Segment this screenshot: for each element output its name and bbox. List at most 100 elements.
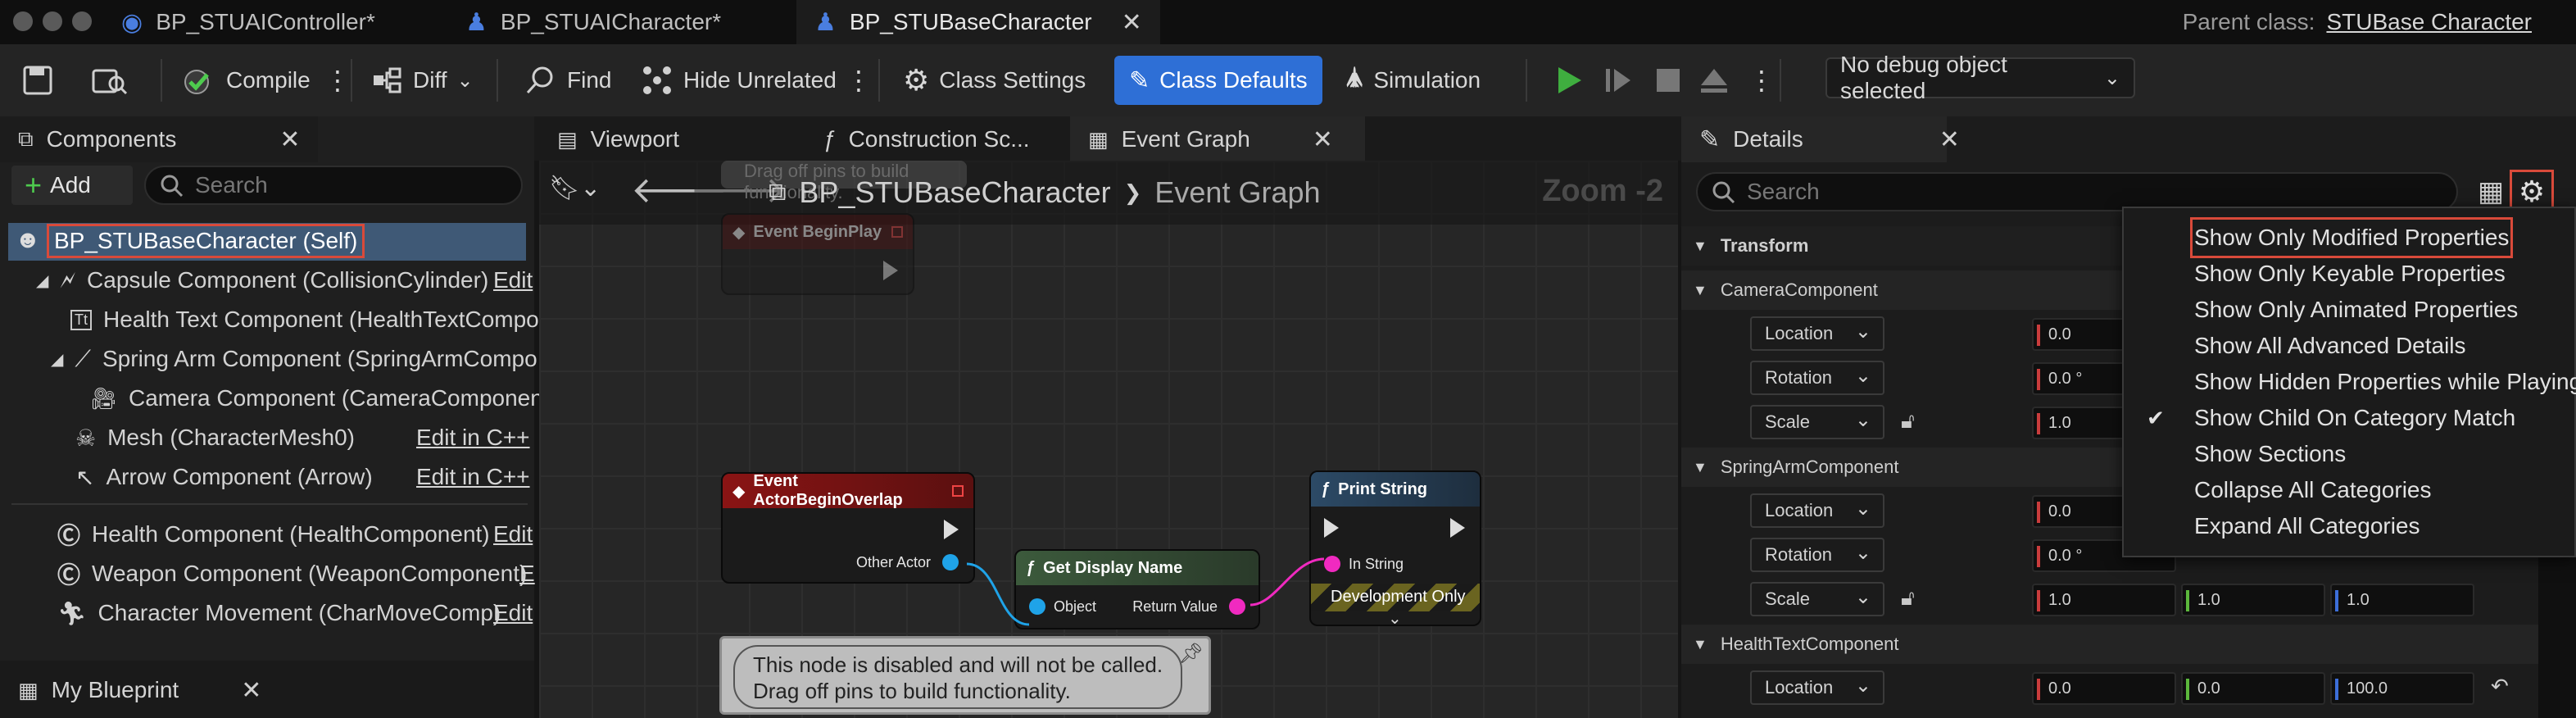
find-button[interactable]: Find (524, 56, 611, 105)
compile-button[interactable]: Compile (180, 56, 311, 105)
reset-arrow-icon[interactable]: ↶ (2491, 674, 2509, 699)
lock-icon[interactable]: 🔓︎ (1901, 408, 1915, 434)
class-settings-button[interactable]: ⚙ Class Settings (903, 56, 1086, 105)
pin-icon[interactable]: 📌︎ (1179, 642, 1204, 666)
category-health-text-component[interactable]: ▼ HealthTextComponent (1681, 625, 2576, 664)
component-capsule[interactable]: ◢ 🗲 Capsule Component (CollisionCylinder… (36, 261, 488, 300)
menu-item-show-sections[interactable]: Show Sections (2194, 438, 2346, 470)
location-y-field[interactable]: 0.0 (2181, 672, 2325, 705)
menu-item-show-only-keyable[interactable]: Show Only Keyable Properties (2194, 257, 2506, 290)
eject-button[interactable] (1698, 56, 1730, 105)
search-icon (161, 175, 184, 198)
details-title: Details (1733, 126, 1803, 152)
scale-y-field[interactable]: 1.0 (2181, 584, 2325, 616)
hide-unrelated-button[interactable]: Hide Unrelated (641, 56, 837, 105)
location-dropdown[interactable]: Location (1750, 670, 1884, 705)
location-x-field[interactable]: 0.0 (2032, 672, 2176, 705)
menu-item-show-only-modified[interactable]: Show Only Modified Properties (2189, 217, 2514, 258)
add-component-button[interactable]: + Add (11, 166, 133, 205)
maximize-window-button[interactable] (72, 11, 92, 31)
components-icon: ⧉ (18, 126, 34, 151)
pencil-icon: ✎ (1129, 66, 1150, 94)
components-title: Components (46, 126, 177, 152)
character-icon: ♟ (814, 8, 837, 36)
edit-link[interactable]: Edit (493, 521, 533, 548)
component-mesh[interactable]: ☠ Mesh (CharacterMesh0) (75, 418, 355, 457)
compile-options-icon[interactable]: ⋮ (324, 56, 351, 105)
graph-options-icon[interactable]: ⋮ (846, 56, 872, 105)
actor-component-icon: Ⓒ (57, 523, 81, 548)
table-view-icon[interactable]: ▦ (2478, 175, 2504, 208)
tab-event-graph[interactable]: ▦ Event Graph ✕ (1070, 116, 1365, 162)
edit-link[interactable]: Edit (493, 267, 533, 293)
tab-viewport[interactable]: ▤ Viewport (539, 116, 793, 162)
component-spring-arm[interactable]: ◢ ⟋ Spring Arm Component (SpringArmCompo (51, 339, 537, 379)
minimize-window-button[interactable] (43, 11, 62, 31)
parent-class: Parent class: STUBase Character (2183, 0, 2532, 44)
tab-bp-stuaicontroller[interactable]: ◉ BP_STUAIController* (103, 0, 393, 44)
disabled-node-comment[interactable]: This node is disabled and will not be ca… (719, 636, 1211, 715)
scale-z-field[interactable]: 1.0 (2330, 584, 2474, 616)
class-defaults-button[interactable]: ✎ Class Defaults (1114, 56, 1322, 105)
stop-button[interactable] (1653, 56, 1683, 105)
component-weapon[interactable]: Ⓒ Weapon Component (WeaponComponent) (57, 554, 527, 593)
close-icon[interactable]: ✕ (1939, 125, 1960, 154)
tab-bp-stubasecharacter[interactable]: ♟ BP_STUBaseCharacter ✕ (796, 0, 1160, 44)
lock-icon[interactable]: 🔓︎ (1901, 585, 1915, 611)
scale-dropdown[interactable]: Scale (1750, 582, 1884, 616)
menu-item-collapse-all[interactable]: Collapse All Categories (2194, 474, 2432, 507)
menu-item-show-all-advanced[interactable]: Show All Advanced Details (2194, 329, 2466, 362)
close-icon[interactable]: ✕ (279, 125, 300, 154)
settings-gear-icon[interactable]: ⚙ (2510, 170, 2554, 214)
component-arrow[interactable]: ↖ Arrow Component (Arrow) (75, 457, 373, 497)
components-tab[interactable]: ⧉ Components ✕ (0, 116, 319, 162)
menu-item-expand-all[interactable]: Expand All Categories (2194, 510, 2420, 543)
edit-link[interactable]: E (519, 561, 535, 587)
rotation-dropdown[interactable]: Rotation (1750, 538, 1884, 572)
component-root-row[interactable]: ☻ BP_STUBaseCharacter (Self) (8, 223, 526, 261)
details-search-input[interactable]: Search (1696, 172, 2458, 211)
diff-button[interactable]: Diff ⌄ (370, 56, 474, 105)
play-options-icon[interactable]: ⋮ (1748, 56, 1775, 105)
components-search-input[interactable]: Search (144, 166, 523, 205)
component-health[interactable]: Ⓒ Health Component (HealthComponent) (57, 515, 490, 554)
close-window-button[interactable] (13, 11, 33, 31)
event-graph-canvas[interactable]: 🔖︎⌄ 🡐 🡒 Drag off pins to build functiona… (539, 161, 1678, 718)
menu-item-show-only-animated[interactable]: Show Only Animated Properties (2194, 293, 2518, 326)
tab-bp-stuaicharacter[interactable]: ♟ BP_STUAICharacter* (447, 0, 739, 44)
browse-button[interactable] (90, 56, 129, 105)
component-character-movement[interactable]: 🏃︎ Character Movement (CharMoveComp) (57, 593, 501, 633)
component-camera[interactable]: 🎥︎ Camera Component (CameraComponent (90, 379, 550, 418)
menu-item-label: Show All Advanced Details (2194, 333, 2466, 358)
camera-icon: 🎥︎ (90, 385, 118, 411)
edit-link[interactable]: Edit (493, 600, 533, 626)
capsule-icon: 🗲 (60, 266, 76, 293)
location-dropdown[interactable]: Location (1750, 493, 1884, 528)
details-tab[interactable]: ✎ Details ✕ (1681, 116, 1960, 162)
my-blueprint-tab[interactable]: ▦ My Blueprint ✕ (0, 667, 279, 713)
close-icon[interactable]: ✕ (241, 676, 261, 705)
disabled-note-line: Drag off pins to build functionality. (753, 679, 1071, 703)
parent-class-link[interactable]: STUBase Character (2326, 9, 2532, 35)
location-dropdown[interactable]: Location (1750, 316, 1884, 351)
tab-label: Construction Sc... (848, 126, 1030, 152)
close-tab-icon[interactable]: ✕ (1122, 8, 1142, 37)
step-button[interactable] (1604, 56, 1634, 105)
rotation-dropdown[interactable]: Rotation (1750, 361, 1884, 395)
scale-dropdown[interactable]: Scale (1750, 405, 1884, 439)
play-button[interactable] (1555, 56, 1585, 105)
tab-construction-script[interactable]: ƒ Construction Sc... (805, 116, 1067, 162)
component-health-text[interactable]: Tt Health Text Component (HealthTextComp… (70, 300, 539, 339)
close-icon[interactable]: ✕ (1313, 125, 1333, 154)
location-z-field[interactable]: 100.0 (2330, 672, 2474, 705)
scale-x-field[interactable]: 1.0 (2032, 584, 2176, 616)
edit-in-cpp-link[interactable]: Edit in C++ (416, 425, 530, 451)
menu-item-show-hidden-while-playing[interactable]: Show Hidden Properties while Playing (2194, 366, 2576, 398)
save-button[interactable] (21, 56, 54, 105)
graph-wires (966, 557, 1325, 626)
debug-object-select[interactable]: No debug object selected ⌄ (1825, 52, 2135, 103)
menu-item-label: Show Only Keyable Properties (2194, 261, 2506, 286)
edit-in-cpp-link[interactable]: Edit in C++ (416, 464, 530, 490)
simulation-button[interactable]: 🛦 Simulation (1345, 56, 1481, 105)
menu-item-show-child-on-category-match[interactable]: ✔ Show Child On Category Match (2147, 402, 2515, 434)
